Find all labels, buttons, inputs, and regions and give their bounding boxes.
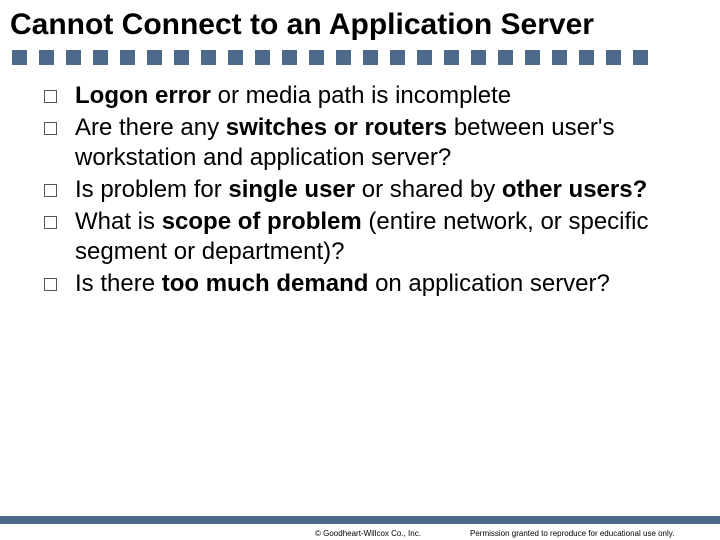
bullet-text: Logon error or media path is incomplete [75,81,688,111]
decorative-square-icon [12,50,27,65]
bullet-item: Logon error or media path is incomplete [44,81,688,111]
footer-permission: Permission granted to reproduce for educ… [470,529,674,538]
decorative-square-icon [309,50,324,65]
checkbox-bullet-icon [44,278,57,291]
text-run: Is problem for [75,176,228,203]
decorative-square-icon [444,50,459,65]
text-run: What is [75,208,162,235]
decorative-square-icon [579,50,594,65]
text-run: Is there [75,270,162,297]
bold-run: too much demand [162,270,375,297]
decorative-square-icon [228,50,243,65]
footer-accent-bar [0,516,720,524]
decorative-square-icon [498,50,513,65]
text-run: or shared by [362,176,502,203]
decorative-square-icon [417,50,432,65]
decorative-square-icon [471,50,486,65]
bold-run: Logon error [75,82,218,109]
bold-run: switches or routers [226,114,454,141]
decorative-square-icon [336,50,351,65]
checkbox-bullet-icon [44,184,57,197]
decorative-square-icon [66,50,81,65]
decorative-square-icon [633,50,648,65]
bullet-text: Is there too much demand on application … [75,269,688,299]
decorative-square-icon [147,50,162,65]
decorative-square-icon [174,50,189,65]
decorative-square-icon [606,50,621,65]
text-run: on application server? [375,270,610,297]
bullet-text: Are there any switches or routers betwee… [75,113,688,173]
decorative-square-icon [390,50,405,65]
decorative-square-icon [255,50,270,65]
bullet-text: What is scope of problem (entire network… [75,207,688,267]
bullet-item: What is scope of problem (entire network… [44,207,688,267]
checkbox-bullet-icon [44,122,57,135]
footer-copyright: © Goodheart-Willcox Co., Inc. [315,529,421,538]
slide-footer: © Goodheart-Willcox Co., Inc. Permission… [0,512,720,540]
decorative-square-icon [363,50,378,65]
bullet-item: Are there any switches or routers betwee… [44,113,688,173]
bullet-text: Is problem for single user or shared by … [75,175,688,205]
bullet-item: Is there too much demand on application … [44,269,688,299]
text-run: Are there any [75,114,226,141]
bold-run: other users? [502,176,647,203]
slide: Cannot Connect to an Application Server … [0,0,720,540]
bullet-item: Is problem for single user or shared by … [44,175,688,205]
decorative-square-icon [282,50,297,65]
checkbox-bullet-icon [44,216,57,229]
decorative-squares-row [0,49,720,75]
decorative-square-icon [93,50,108,65]
bold-run: single user [228,176,361,203]
decorative-square-icon [201,50,216,65]
checkbox-bullet-icon [44,90,57,103]
decorative-square-icon [552,50,567,65]
text-run: or media path is incomplete [218,82,511,109]
decorative-square-icon [39,50,54,65]
slide-body: Logon error or media path is incompleteA… [0,75,720,299]
bold-run: scope of problem [162,208,369,235]
slide-title: Cannot Connect to an Application Server [0,0,720,49]
decorative-square-icon [525,50,540,65]
decorative-square-icon [120,50,135,65]
